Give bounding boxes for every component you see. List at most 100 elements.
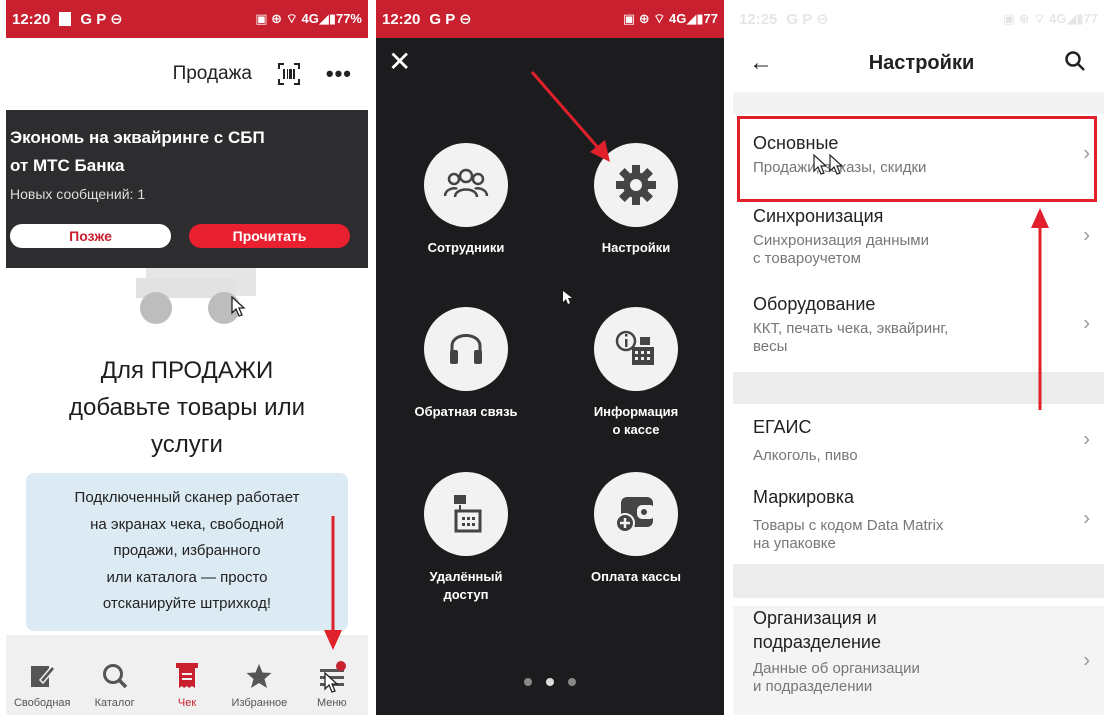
menu-item-label: Обратная связь: [414, 404, 518, 419]
headset-icon: [424, 307, 508, 391]
chevron-right-icon: ›: [1083, 507, 1090, 530]
promo-banner: Экономь на эквайринге с СБП от МТС Банка…: [6, 110, 368, 268]
hint-line: или каталога — просто: [106, 568, 268, 586]
page-dot: [524, 678, 532, 686]
menu-item-label: Удалённый: [429, 569, 503, 584]
status-bar: 12:20 G P ⊖ ▣ ⊕ ⌔ 4G◢▮77%: [6, 0, 368, 38]
row-subtitle: и подразделении: [753, 678, 873, 695]
status-right-icons: ▣ ⊕ ⌔ 4G◢▮77: [622, 11, 718, 26]
tab-favorites[interactable]: Избранное: [223, 635, 295, 715]
annotation-arrow: [1031, 208, 1049, 410]
page-title: Настройки: [868, 51, 975, 74]
cursor-icon: [813, 154, 844, 175]
sale-screen: 12:20 G P ⊖ ▣ ⊕ ⌔ 4G◢▮77% Продажа ••• Эк…: [6, 0, 368, 715]
page-dot: [568, 678, 576, 686]
tab-free-sale[interactable]: Свободная: [6, 635, 78, 715]
row-subtitle: Товары с кодом Data Matrix: [753, 517, 944, 534]
remote-access-icon: [424, 472, 508, 556]
status-bar: 12:20 G P ⊖ ▣ ⊕ ⌔ 4G◢▮77: [376, 0, 724, 38]
status-left-icons: G P ⊖: [429, 11, 472, 28]
cash-register-info-icon: [594, 307, 678, 391]
search-icon: [100, 661, 130, 691]
tab-catalog[interactable]: Каталог: [78, 635, 150, 715]
row-subtitle: Синхронизация данными: [753, 232, 929, 249]
row-subtitle: на упаковке: [753, 535, 836, 552]
row-title: Синхронизация: [753, 206, 884, 226]
receipt-icon: [172, 661, 202, 691]
hint-line: продажи, избранного: [113, 542, 261, 559]
row-subtitle: с товароучетом: [753, 250, 861, 267]
status-time: 12:20: [12, 10, 51, 28]
hint-line: на экранах чека, свободной: [90, 515, 284, 533]
menu-item-register-info[interactable]: Информация о кассе: [551, 307, 721, 439]
tab-label: Меню: [316, 697, 347, 709]
divider: [733, 92, 1104, 114]
more-icon[interactable]: •••: [326, 61, 352, 87]
hint-line: отсканируйте штрихкод!: [102, 595, 272, 612]
back-arrow-icon[interactable]: ←: [749, 49, 789, 77]
close-icon[interactable]: ✕: [388, 48, 411, 76]
menu-item-label: Оплата кассы: [591, 569, 681, 584]
menu-item-label: о кассе: [612, 422, 660, 437]
annotation-arrow: [530, 71, 610, 162]
row-subtitle: весы: [753, 338, 788, 355]
status-left-icons: G P ⊖: [786, 11, 829, 28]
row-subtitle: Алкоголь, пиво: [753, 447, 858, 464]
app-bar: Продажа •••: [6, 38, 368, 110]
read-button[interactable]: Прочитать: [189, 224, 350, 248]
scanner-hint: Подключенный сканер работает на экранах …: [26, 473, 348, 631]
page-indicator: [376, 678, 724, 686]
edit-icon: [27, 661, 57, 691]
row-title: Организация и: [753, 608, 877, 628]
chevron-right-icon: ›: [1083, 224, 1090, 247]
highlight-box: [737, 116, 1097, 202]
hint-line: Подключенный сканер работает: [74, 489, 300, 506]
row-title: Маркировка: [753, 487, 855, 507]
row-title: Оборудование: [753, 294, 876, 314]
row-subtitle: ККТ, печать чека, эквайринг,: [753, 320, 949, 337]
menu-screen: 12:20 G P ⊖ ▣ ⊕ ⌔ 4G◢▮77 ✕ Сотрудники На…: [376, 0, 724, 715]
menu-item-label: Сотрудники: [427, 240, 505, 255]
cursor-icon: [563, 291, 572, 304]
tab-label: Свободная: [13, 697, 71, 709]
empty-line-1: Для ПРОДАЖИ: [100, 357, 274, 384]
chevron-right-icon: ›: [1083, 428, 1090, 451]
menu-item-register-payment[interactable]: Оплата кассы: [551, 472, 721, 586]
status-right-icons: ▣ ⊕ ⌔ 4G◢▮77: [1002, 11, 1098, 26]
notification-icon: [59, 12, 72, 26]
settings-header: ← Настройки: [733, 38, 1104, 88]
row-title: ЕГАИС: [753, 417, 812, 437]
settings-screen: 12:25 G P ⊖ ▣ ⊕ ⌔ 4G◢▮77 ← Настройки Осн…: [733, 0, 1104, 715]
tab-label: Чек: [177, 697, 197, 709]
status-left-icons: G P ⊖: [80, 11, 123, 28]
settings-row-marking[interactable]: Маркировка Товары с кодом Data Matrix на…: [733, 485, 1104, 553]
menu-item-label: Настройки: [601, 240, 671, 255]
status-time: 12:20: [382, 10, 421, 28]
row-title: подразделение: [753, 632, 881, 652]
menu-item-label: Информация: [593, 404, 679, 419]
barcode-icon[interactable]: [277, 63, 300, 85]
tab-receipt[interactable]: Чек: [151, 635, 223, 715]
status-right-icons: ▣ ⊕ ⌔ 4G◢▮77%: [255, 11, 362, 26]
menu-item-label: доступ: [443, 587, 489, 602]
empty-line-2: добавьте товары или: [69, 394, 305, 421]
star-icon: [244, 661, 274, 691]
menu-item-feedback[interactable]: Обратная связь: [381, 307, 551, 421]
settings-row-egais[interactable]: ЕГАИС Алкоголь, пиво ›: [733, 415, 1104, 465]
settings-row-organization[interactable]: Организация и подразделение Данные об ор…: [733, 606, 1104, 715]
promo-headline-1: Экономь на эквайринге с СБП: [10, 128, 265, 147]
chevron-right-icon: ›: [1083, 649, 1090, 671]
search-icon[interactable]: [1064, 50, 1088, 77]
menu-item-remote-access[interactable]: Удалённый доступ: [381, 472, 551, 604]
wallet-icon: [594, 472, 678, 556]
row-subtitle: Данные об организации: [753, 660, 920, 677]
tab-label: Каталог: [94, 697, 135, 709]
cursor-icon: [231, 296, 246, 317]
status-time: 12:25: [739, 10, 778, 28]
cursor-icon: [324, 672, 339, 693]
people-icon: [424, 143, 508, 227]
later-button[interactable]: Позже: [10, 224, 171, 248]
bottom-tab-bar: Свободная Каталог Чек Избранное Меню: [6, 635, 368, 715]
promo-headline-2: от МТС Банка: [10, 156, 125, 175]
status-bar: 12:25 G P ⊖ ▣ ⊕ ⌔ 4G◢▮77: [733, 0, 1104, 38]
